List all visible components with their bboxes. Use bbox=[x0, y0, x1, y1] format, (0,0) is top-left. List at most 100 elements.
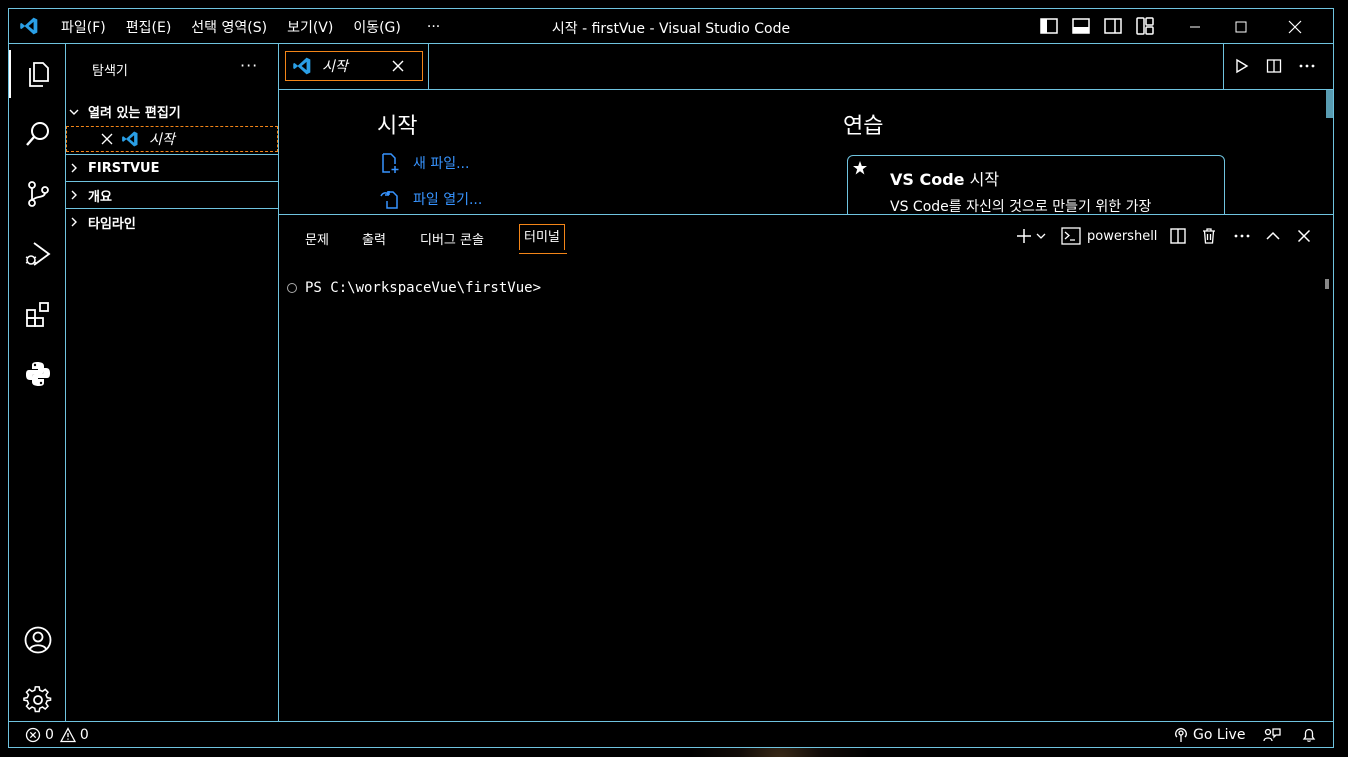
vscode-logo-icon bbox=[20, 17, 38, 35]
active-tab-indicator bbox=[519, 253, 567, 254]
section-label: 열려 있는 편집기 bbox=[88, 106, 181, 121]
section-label: 개요 bbox=[88, 189, 112, 205]
editor-actions bbox=[1223, 44, 1333, 89]
new-file-icon bbox=[382, 153, 399, 173]
maximize-button[interactable] bbox=[1218, 9, 1264, 44]
terminal-icon bbox=[1061, 227, 1081, 245]
explorer-sidebar: 탐색기 ··· 열려 있는 편집기 시작 FIRSTVUE 개요 타임라인 bbox=[66, 44, 279, 721]
open-editor-label: 시작 bbox=[149, 132, 175, 148]
python-button[interactable] bbox=[9, 350, 66, 398]
card-title-bold: VS Code bbox=[890, 170, 965, 189]
error-count: 0 bbox=[45, 727, 54, 743]
notifications-button[interactable] bbox=[1301, 727, 1317, 743]
section-timeline[interactable]: 타임라인 bbox=[66, 208, 278, 235]
more-actions-icon[interactable] bbox=[1233, 228, 1251, 244]
section-firstvue[interactable]: FIRSTVUE bbox=[66, 154, 278, 181]
sidebar-more-button[interactable]: ··· bbox=[240, 56, 258, 75]
source-control-button[interactable] bbox=[9, 170, 66, 218]
menu-selection[interactable]: 선택 영역(S) bbox=[181, 17, 277, 37]
title-bar: 파일(F) 편집(E) 선택 영역(S) 보기(V) 이동(G) ··· 시작 … bbox=[9, 9, 1333, 44]
tab-label: 시작 bbox=[322, 59, 348, 75]
new-file-link[interactable]: 새 파일... bbox=[379, 152, 469, 174]
problems-status[interactable]: 0 0 bbox=[25, 727, 89, 743]
open-file-link[interactable]: 파일 열기... bbox=[379, 188, 482, 210]
walkthrough-card[interactable]: VS Code 시작 VS Code를 자신의 것으로 만들기 위한 가장 bbox=[847, 155, 1225, 214]
chevron-right-icon bbox=[68, 189, 88, 201]
manage-button[interactable] bbox=[9, 676, 66, 724]
sidebar-header: 탐색기 ··· bbox=[66, 44, 278, 91]
tab-terminal[interactable]: 터미널 bbox=[519, 224, 565, 250]
terminal-prompt: PS C:\workspaceVue\firstVue> bbox=[305, 280, 542, 296]
close-icon[interactable] bbox=[101, 133, 113, 145]
menu-more[interactable]: ··· bbox=[417, 19, 450, 35]
broadcast-icon bbox=[1175, 727, 1187, 742]
feedback-button[interactable] bbox=[1263, 727, 1281, 743]
split-terminal-icon[interactable] bbox=[1169, 227, 1187, 245]
vscode-logo-icon bbox=[293, 57, 311, 75]
card-title-rest: 시작 bbox=[964, 170, 1000, 189]
welcome-page: 시작 새 파일... 파일 열기... 연습 VS Code 시작 VS Cod… bbox=[279, 90, 1333, 214]
python-icon bbox=[25, 362, 50, 386]
card-description: VS Code를 자신의 것으로 만들기 위한 가장 bbox=[890, 199, 1152, 214]
section-label: FIRSTVUE bbox=[88, 160, 160, 176]
toggle-panel-icon[interactable] bbox=[1071, 16, 1091, 36]
explorer-button[interactable] bbox=[9, 50, 66, 98]
customize-layout-icon[interactable] bbox=[1135, 16, 1155, 36]
accounts-button[interactable] bbox=[9, 616, 66, 664]
vscode-window: 파일(F) 편집(E) 선택 영역(S) 보기(V) 이동(G) ··· 시작 … bbox=[8, 8, 1334, 748]
close-window-button[interactable] bbox=[1272, 9, 1318, 44]
tab-debug-console[interactable]: 디버그 콘솔 bbox=[420, 229, 484, 248]
panel-actions: powershell bbox=[1015, 223, 1311, 249]
go-live-button[interactable]: Go Live bbox=[1173, 727, 1245, 743]
search-button[interactable] bbox=[9, 110, 66, 158]
warning-count: 0 bbox=[79, 727, 89, 743]
tab-separator bbox=[428, 44, 429, 89]
bottom-panel: 문제 출력 디버그 콘솔 터미널 powershell PS C:\worksp… bbox=[279, 214, 1333, 721]
menu-view[interactable]: 보기(V) bbox=[277, 17, 343, 37]
terminal-output[interactable]: PS C:\workspaceVue\firstVue> bbox=[287, 280, 541, 296]
run-debug-button[interactable] bbox=[9, 230, 66, 278]
chevron-down-icon bbox=[68, 106, 88, 118]
editor-tab-bar: 시작 bbox=[279, 44, 1333, 90]
practice-heading: 연습 bbox=[843, 114, 884, 139]
more-actions-icon[interactable] bbox=[1298, 58, 1316, 74]
minimize-icon bbox=[1190, 26, 1200, 27]
shell-name[interactable]: powershell bbox=[1087, 229, 1157, 244]
command-decoration-icon bbox=[287, 283, 297, 293]
extensions-icon bbox=[25, 302, 49, 327]
menu-go[interactable]: 이동(G) bbox=[343, 17, 411, 37]
chevron-right-icon bbox=[68, 216, 88, 228]
split-editor-icon[interactable] bbox=[1266, 58, 1282, 74]
go-live-label: Go Live bbox=[1193, 727, 1246, 743]
terminal-scrollbar[interactable] bbox=[1325, 279, 1329, 289]
tab-output[interactable]: 출력 bbox=[362, 229, 386, 248]
open-editor-item[interactable]: 시작 bbox=[66, 126, 278, 152]
new-terminal-icon[interactable] bbox=[1015, 227, 1033, 245]
minimize-button[interactable] bbox=[1172, 9, 1218, 44]
toggle-secondary-sidebar-icon[interactable] bbox=[1103, 16, 1123, 36]
extensions-button[interactable] bbox=[9, 290, 66, 338]
activity-bar bbox=[9, 44, 66, 721]
run-debug-icon bbox=[25, 242, 51, 266]
maximize-panel-icon[interactable] bbox=[1265, 228, 1281, 244]
run-icon[interactable] bbox=[1234, 58, 1250, 74]
sidebar-title: 탐색기 bbox=[92, 64, 128, 79]
start-heading: 시작 bbox=[377, 114, 418, 139]
tab-welcome[interactable]: 시작 bbox=[285, 51, 423, 81]
tab-problems[interactable]: 문제 bbox=[305, 229, 329, 248]
section-open-editors[interactable]: 열려 있는 편집기 bbox=[66, 98, 278, 125]
trash-icon[interactable] bbox=[1201, 227, 1217, 245]
toggle-primary-sidebar-icon[interactable] bbox=[1039, 16, 1059, 36]
menu-file[interactable]: 파일(F) bbox=[51, 17, 116, 37]
close-panel-icon[interactable] bbox=[1297, 229, 1311, 243]
menu-edit[interactable]: 편집(E) bbox=[116, 17, 182, 37]
account-icon bbox=[24, 626, 51, 654]
section-outline[interactable]: 개요 bbox=[66, 181, 278, 208]
chevron-right-icon bbox=[68, 162, 88, 174]
close-icon[interactable] bbox=[392, 60, 404, 72]
chevron-down-icon[interactable] bbox=[1035, 230, 1047, 242]
search-icon bbox=[25, 122, 49, 146]
editor-scrollbar[interactable] bbox=[1326, 90, 1333, 118]
menu-bar: 파일(F) 편집(E) 선택 영역(S) 보기(V) 이동(G) ··· bbox=[51, 9, 450, 44]
maximize-icon bbox=[1235, 21, 1247, 32]
